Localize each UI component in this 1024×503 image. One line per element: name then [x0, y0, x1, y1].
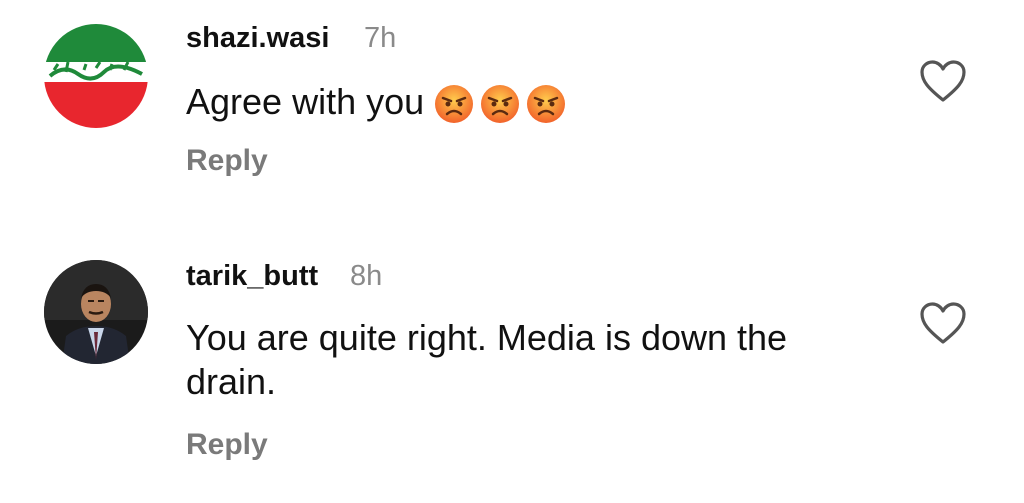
reply-button[interactable]: Reply [186, 144, 268, 178]
comment-item: tarik_butt 8h You are quite right. Media… [0, 230, 1024, 503]
avatar[interactable] [44, 260, 148, 364]
comment-text: Agree with you [186, 80, 886, 124]
avatar[interactable] [44, 24, 148, 128]
angry-face-icon [527, 85, 566, 124]
heart-outline-icon[interactable] [918, 58, 968, 104]
comment-username[interactable]: shazi.wasi [186, 22, 329, 55]
reply-button[interactable]: Reply [186, 428, 268, 462]
comment-username[interactable]: tarik_butt [186, 260, 318, 293]
comment-timestamp: 8h [350, 260, 383, 292]
flag-avatar-icon [44, 24, 148, 128]
profile-photo-avatar-icon [44, 260, 148, 364]
comment-item: shazi.wasi 7h Agree with you Reply [0, 0, 1024, 210]
angry-face-icon [435, 85, 474, 124]
comment-text: You are quite right. Media is down the d… [186, 317, 788, 402]
heart-outline-icon[interactable] [918, 300, 968, 346]
emoji-group [434, 84, 566, 124]
comment-text-content: Agree with you [186, 81, 425, 122]
angry-face-icon [481, 85, 520, 124]
comment-timestamp: 7h [364, 22, 397, 54]
